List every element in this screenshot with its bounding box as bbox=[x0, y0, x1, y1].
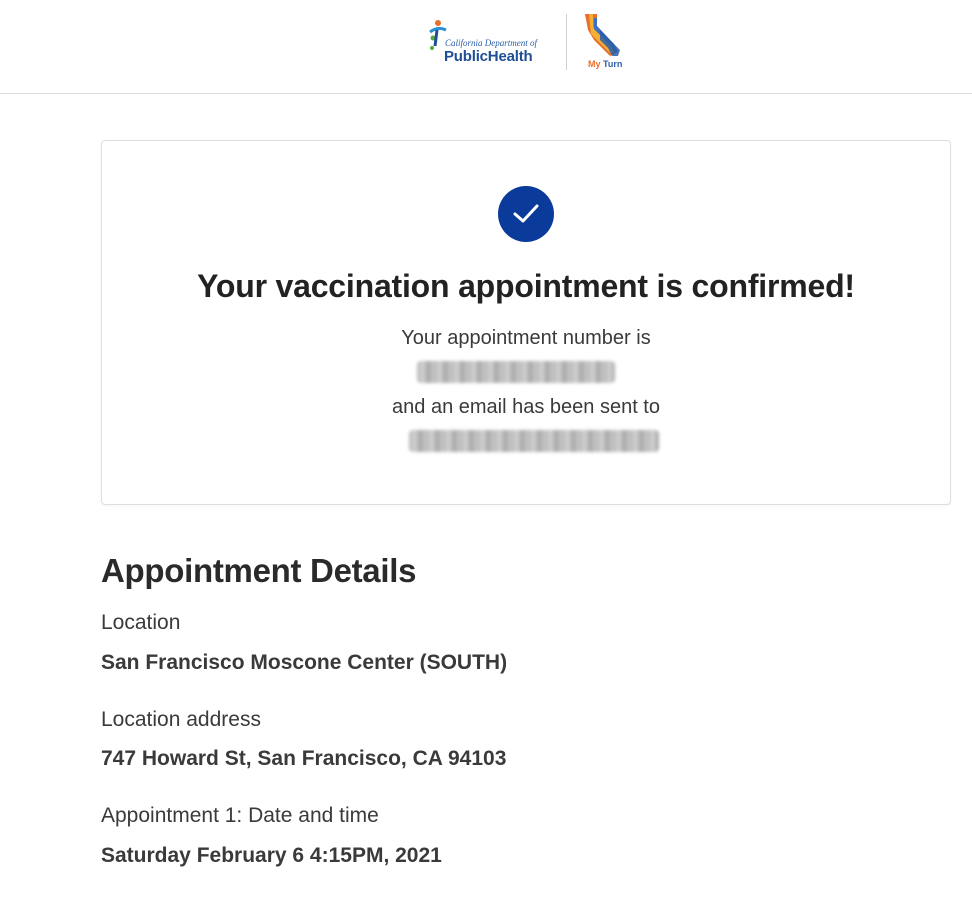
cdph-logo-title: PublicHealth bbox=[444, 48, 533, 65]
myturn-logo[interactable]: My Turn bbox=[580, 12, 630, 72]
check-icon bbox=[498, 186, 554, 242]
myturn-label: My Turn bbox=[588, 59, 622, 69]
location-label: Location bbox=[101, 611, 181, 634]
appointment-details-heading: Appointment Details bbox=[101, 552, 417, 589]
site-header: California Department of PublicHealth My… bbox=[0, 0, 972, 94]
checkmark-glyph bbox=[513, 204, 539, 223]
redacted-appointment-number bbox=[417, 361, 615, 383]
myturn-label-my: My bbox=[588, 59, 601, 69]
appointment-number-text: Your appointment number is bbox=[401, 327, 651, 349]
appointment-datetime-value: Saturday February 6 4:15PM, 2021 bbox=[101, 844, 442, 867]
california-map-icon bbox=[585, 14, 620, 56]
confirmation-card: Your vaccination appointment is confirme… bbox=[101, 140, 951, 505]
location-address-value: 747 Howard St, San Francisco, CA 94103 bbox=[101, 747, 507, 770]
redacted-email-address bbox=[409, 430, 659, 452]
location-address-label: Location address bbox=[101, 708, 261, 731]
location-value: San Francisco Moscone Center (SOUTH) bbox=[101, 651, 508, 674]
cdph-logo-subtitle: California Department of bbox=[445, 38, 537, 48]
myturn-label-turn: Turn bbox=[603, 59, 623, 69]
header-divider bbox=[566, 14, 567, 70]
confirmation-title: Your vaccination appointment is confirme… bbox=[197, 268, 855, 304]
appointment-datetime-label: Appointment 1: Date and time bbox=[101, 804, 379, 827]
cdph-logo[interactable]: California Department of PublicHealth bbox=[428, 16, 552, 68]
email-sent-text: and an email has been sent to bbox=[392, 396, 660, 418]
